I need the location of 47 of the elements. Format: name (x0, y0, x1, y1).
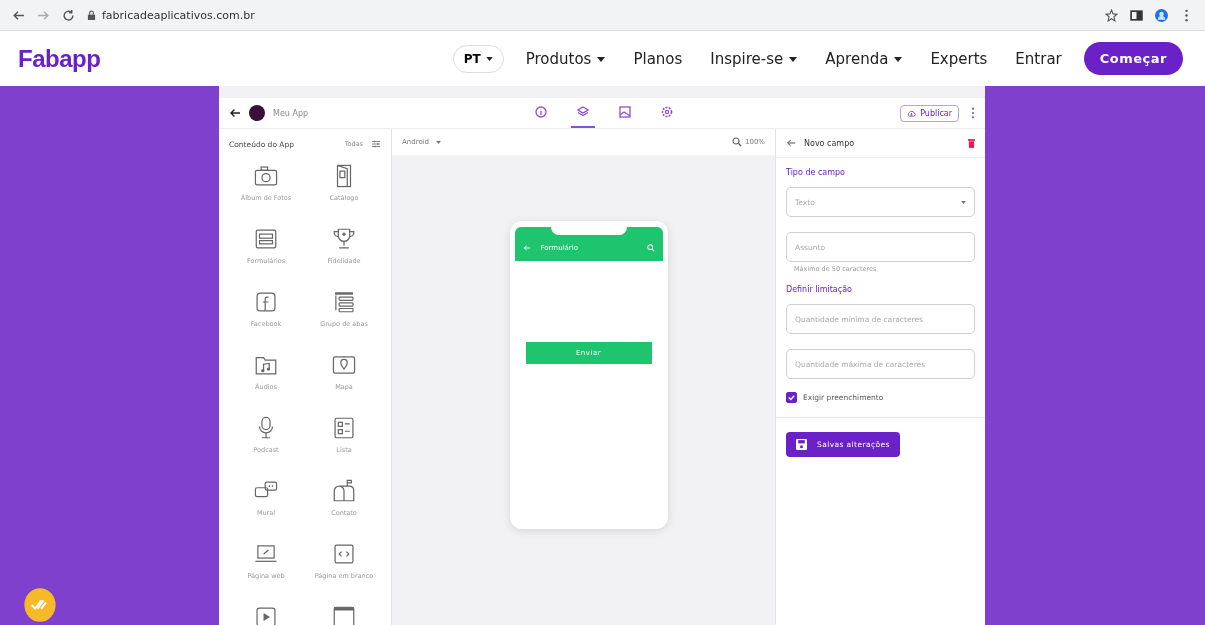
nav-link[interactable]: Inspire-se (710, 49, 798, 68)
cloud-upload-icon (907, 109, 917, 117)
nav-link[interactable]: Produtos (525, 49, 606, 68)
back-icon[interactable] (12, 8, 25, 22)
language-selector[interactable]: PT (452, 44, 504, 73)
gallery-icon (331, 604, 357, 625)
address-bar[interactable]: fabricadeaplicativos.com.br (102, 8, 255, 22)
logo[interactable]: Fabapp (18, 44, 101, 73)
app-name: Meu App (273, 108, 309, 118)
lock-icon (87, 8, 96, 22)
back-icon[interactable] (229, 107, 241, 119)
login-link[interactable]: Entrar (1015, 49, 1062, 68)
code-window-icon (331, 541, 357, 567)
layers-icon (577, 106, 589, 118)
form-icon (253, 226, 279, 252)
zoom-icon (732, 137, 742, 147)
section-label: Tipo de campo (786, 168, 846, 177)
nav-link[interactable]: Aprenda (825, 49, 903, 68)
camera-icon (253, 163, 279, 189)
checkbox[interactable] (786, 392, 797, 403)
publish-button[interactable]: Publicar (900, 104, 959, 122)
video-icon (253, 604, 279, 625)
facebook-icon (253, 289, 279, 315)
reload-icon[interactable] (62, 8, 75, 22)
start-button[interactable]: Começar (1083, 42, 1183, 75)
star-icon[interactable] (1105, 8, 1118, 22)
delete-icon[interactable] (968, 138, 975, 148)
panel-title: Novo campo (804, 138, 856, 148)
caret-icon (961, 200, 966, 204)
save-icon (796, 439, 807, 450)
app-avatar (249, 105, 265, 121)
filter-icon[interactable] (371, 139, 381, 149)
section-label: Definir limitação (786, 285, 853, 294)
more-icon[interactable] (971, 107, 975, 119)
sidebar-icon[interactable] (1130, 8, 1143, 22)
caret-icon (485, 57, 493, 61)
profile-avatar[interactable] (1155, 8, 1168, 22)
mailbox-icon (331, 478, 357, 504)
list-icon (331, 415, 357, 441)
settings-icon (661, 106, 673, 118)
caret-icon (436, 140, 442, 144)
info-icon (535, 106, 547, 118)
image-icon (619, 106, 631, 118)
checkmark-badge-icon[interactable] (22, 587, 58, 623)
nav-link[interactable]: Experts (930, 49, 988, 68)
trophy-icon (331, 226, 357, 252)
nav-link[interactable]: Planos (633, 49, 683, 68)
